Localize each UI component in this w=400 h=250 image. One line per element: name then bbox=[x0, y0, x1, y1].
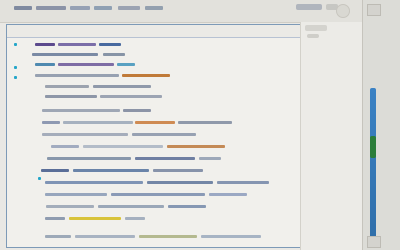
action-button-1[interactable] bbox=[296, 4, 322, 10]
code-line bbox=[100, 95, 162, 98]
code-line bbox=[42, 133, 128, 136]
code-line bbox=[35, 63, 55, 66]
code-line bbox=[201, 235, 261, 238]
code-line bbox=[75, 235, 135, 238]
code-line bbox=[42, 109, 120, 112]
code-line bbox=[209, 193, 247, 196]
tab-3[interactable] bbox=[70, 6, 90, 10]
code-line bbox=[153, 169, 203, 172]
side-panel-control[interactable] bbox=[305, 25, 327, 31]
code-line bbox=[103, 53, 125, 56]
code-line bbox=[32, 53, 98, 56]
code-line bbox=[135, 157, 195, 160]
code-line bbox=[178, 121, 232, 124]
code-line bbox=[98, 205, 164, 208]
code-line bbox=[83, 145, 163, 148]
code-line bbox=[122, 74, 170, 77]
code-line bbox=[168, 205, 206, 208]
code-line bbox=[51, 145, 79, 148]
code-line bbox=[45, 95, 97, 98]
code-line bbox=[93, 85, 151, 88]
code-line bbox=[117, 63, 135, 66]
code-line bbox=[132, 133, 196, 136]
right-pane bbox=[300, 22, 363, 250]
tab-6[interactable] bbox=[145, 6, 163, 10]
application-window bbox=[0, 0, 400, 250]
code-line bbox=[35, 74, 119, 77]
code-line bbox=[139, 235, 197, 238]
scroll-up-arrow[interactable] bbox=[367, 4, 381, 16]
gutter-marker bbox=[38, 177, 41, 180]
side-panel-control[interactable] bbox=[307, 34, 319, 38]
code-line bbox=[46, 205, 94, 208]
code-line bbox=[47, 157, 131, 160]
scroll-thumb[interactable] bbox=[370, 136, 376, 158]
code-line bbox=[58, 43, 96, 46]
code-line bbox=[73, 169, 149, 172]
tab-strip bbox=[14, 4, 244, 14]
code-line bbox=[45, 193, 107, 196]
code-line bbox=[58, 63, 114, 66]
code-line bbox=[69, 217, 121, 220]
scroll-down-arrow[interactable] bbox=[367, 236, 381, 248]
gutter-marker bbox=[14, 76, 17, 79]
code-line bbox=[45, 217, 65, 220]
editor-panel[interactable] bbox=[6, 24, 304, 248]
tab-4[interactable] bbox=[94, 6, 112, 10]
toolbar bbox=[0, 0, 400, 23]
close-button[interactable] bbox=[336, 4, 350, 18]
code-line bbox=[123, 109, 151, 112]
tab-2[interactable] bbox=[36, 6, 66, 10]
code-line bbox=[41, 169, 69, 172]
editor-header bbox=[7, 25, 303, 38]
code-line bbox=[45, 85, 89, 88]
code-line bbox=[45, 235, 71, 238]
gutter-marker bbox=[14, 66, 17, 69]
code-line bbox=[135, 121, 175, 124]
tab-5[interactable] bbox=[118, 6, 140, 10]
scroll-track[interactable] bbox=[370, 88, 376, 244]
tab-1[interactable] bbox=[14, 6, 32, 10]
code-line bbox=[199, 157, 221, 160]
code-line bbox=[167, 145, 225, 148]
gutter-marker bbox=[14, 43, 17, 46]
code-line bbox=[217, 181, 269, 184]
code-line bbox=[35, 43, 55, 46]
code-line bbox=[42, 121, 60, 124]
vertical-scrollbar[interactable] bbox=[362, 0, 400, 250]
code-line bbox=[99, 43, 121, 46]
code-line bbox=[45, 181, 143, 184]
code-line bbox=[125, 217, 145, 220]
code-line bbox=[147, 181, 213, 184]
code-line bbox=[63, 121, 133, 124]
code-line bbox=[111, 193, 205, 196]
